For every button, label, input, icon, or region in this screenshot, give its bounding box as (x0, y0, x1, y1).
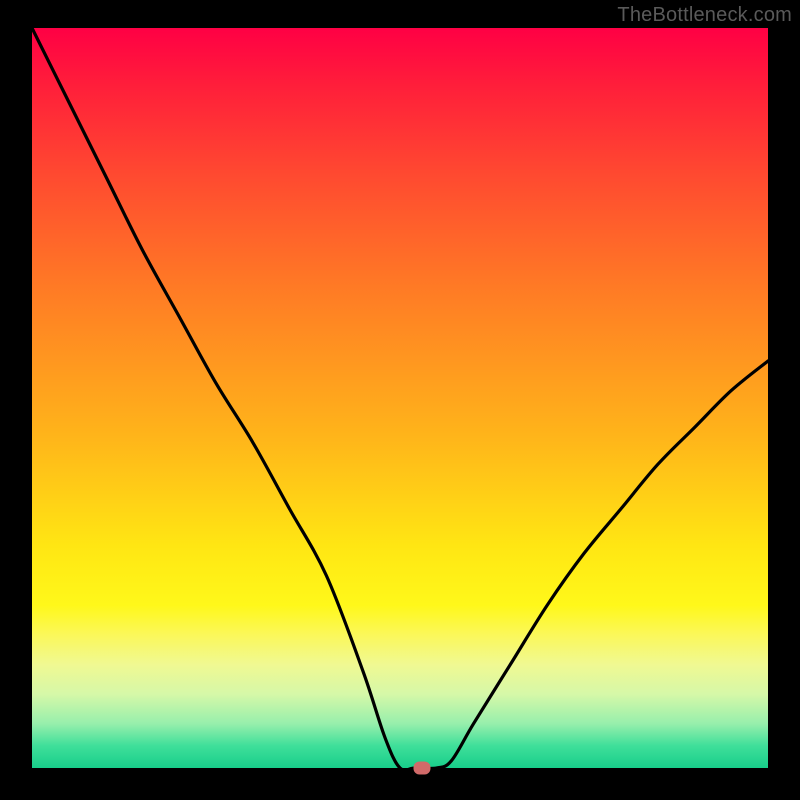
bottleneck-curve-path (32, 28, 768, 770)
chart-stage: TheBottleneck.com (0, 0, 800, 800)
watermark-text: TheBottleneck.com (617, 4, 792, 27)
curve-svg (32, 28, 768, 768)
plot-area (32, 28, 768, 768)
optimal-point-marker (414, 762, 431, 775)
